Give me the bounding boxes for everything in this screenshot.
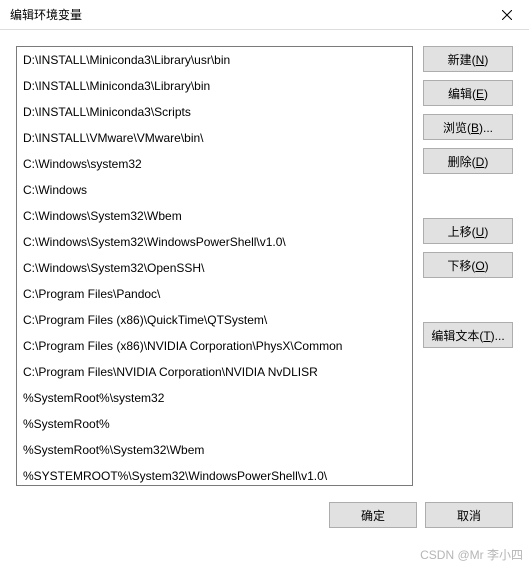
list-item[interactable]: C:\Windows	[17, 177, 412, 203]
watermark: CSDN @Mr 李小四	[420, 546, 523, 563]
delete-button[interactable]: 删除(D)	[423, 148, 513, 174]
list-item[interactable]: C:\Program Files (x86)\QuickTime\QTSyste…	[17, 307, 412, 333]
close-icon	[502, 10, 512, 20]
moveup-button[interactable]: 上移(U)	[423, 218, 513, 244]
close-button[interactable]	[484, 0, 529, 30]
list-item[interactable]: C:\Windows\System32\Wbem	[17, 203, 412, 229]
browse-button[interactable]: 浏览(B)...	[423, 114, 513, 140]
side-button-panel: 新建(N) 编辑(E) 浏览(B)... 删除(D) 上移(U) 下移(O) 编…	[423, 46, 513, 486]
movedown-button[interactable]: 下移(O)	[423, 252, 513, 278]
list-item[interactable]: C:\Program Files\Pandoc\	[17, 281, 412, 307]
window-title: 编辑环境变量	[10, 6, 484, 23]
list-item[interactable]: %SYSTEMROOT%\System32\WindowsPowerShell\…	[17, 463, 412, 486]
list-item[interactable]: C:\Windows\system32	[17, 151, 412, 177]
list-item[interactable]: C:\Windows\System32\WindowsPowerShell\v1…	[17, 229, 412, 255]
list-item[interactable]: C:\Program Files (x86)\NVIDIA Corporatio…	[17, 333, 412, 359]
titlebar: 编辑环境变量	[0, 0, 529, 30]
list-item[interactable]: C:\Program Files\NVIDIA Corporation\NVID…	[17, 359, 412, 385]
list-item[interactable]: D:\INSTALL\Miniconda3\Library\usr\bin	[17, 47, 412, 73]
list-item[interactable]: D:\INSTALL\Miniconda3\Scripts	[17, 99, 412, 125]
list-item[interactable]: %SystemRoot%\system32	[17, 385, 412, 411]
list-item[interactable]: %SystemRoot%\System32\Wbem	[17, 437, 412, 463]
edit-button[interactable]: 编辑(E)	[423, 80, 513, 106]
list-item[interactable]: D:\INSTALL\VMware\VMware\bin\	[17, 125, 412, 151]
path-listbox[interactable]: D:\INSTALL\Miniconda3\Library\usr\binD:\…	[16, 46, 413, 486]
list-item[interactable]: C:\Windows\System32\OpenSSH\	[17, 255, 412, 281]
footer: 确定 取消	[0, 486, 529, 544]
new-button[interactable]: 新建(N)	[423, 46, 513, 72]
list-item[interactable]: D:\INSTALL\Miniconda3\Library\bin	[17, 73, 412, 99]
list-item[interactable]: %SystemRoot%	[17, 411, 412, 437]
content-area: D:\INSTALL\Miniconda3\Library\usr\binD:\…	[0, 30, 529, 486]
edittext-button[interactable]: 编辑文本(T)...	[423, 322, 513, 348]
ok-button[interactable]: 确定	[329, 502, 417, 528]
cancel-button[interactable]: 取消	[425, 502, 513, 528]
